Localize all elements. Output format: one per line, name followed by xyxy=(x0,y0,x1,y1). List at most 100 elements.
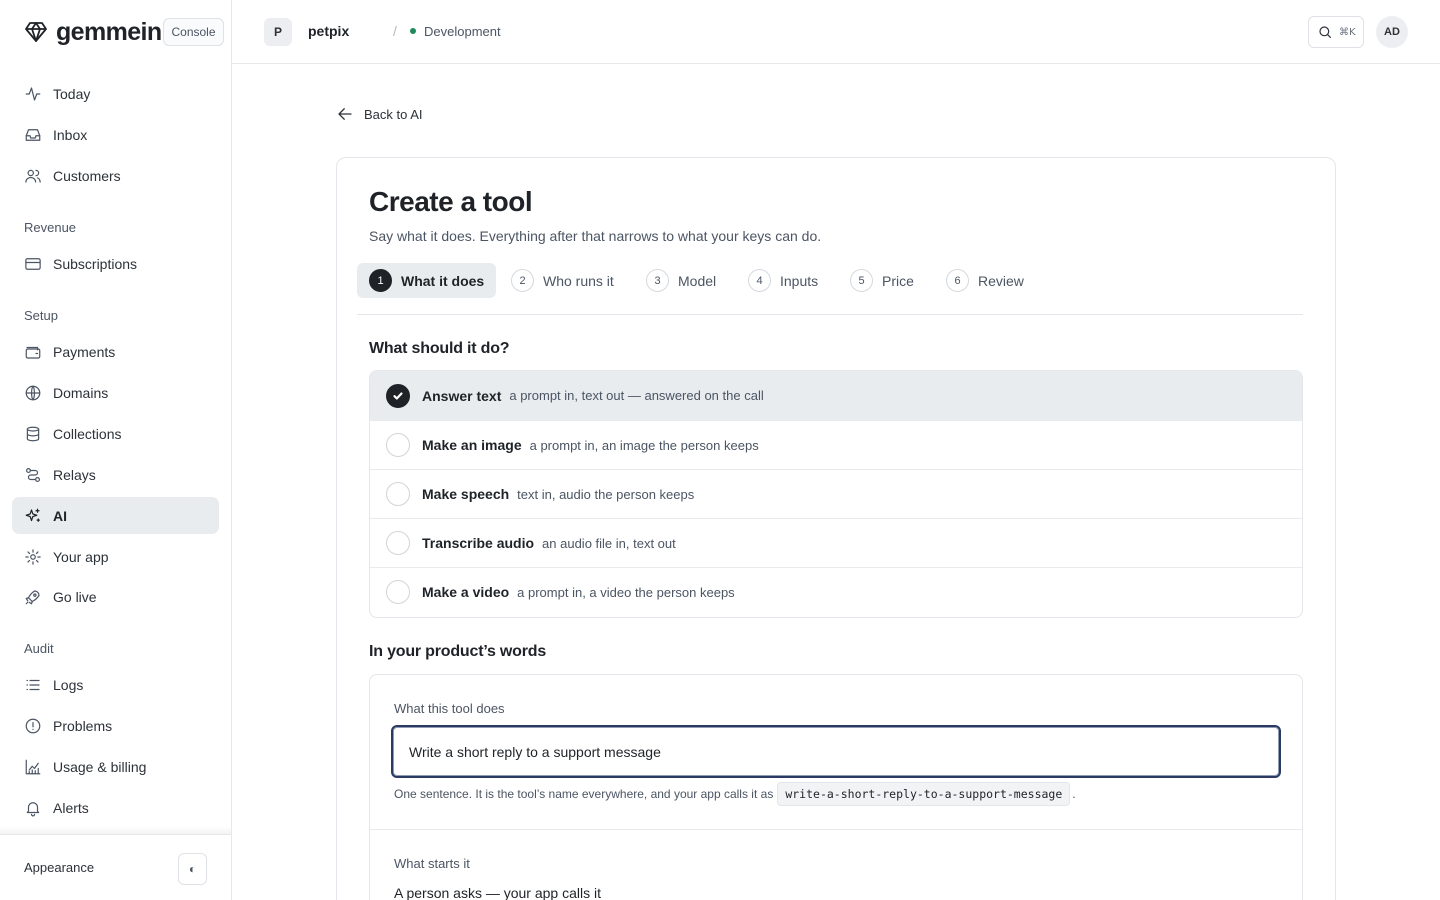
step-what-it-does[interactable]: 1 What it does xyxy=(357,263,497,298)
page-subtitle: Say what it does. Everything after that … xyxy=(369,228,822,244)
bell-icon xyxy=(26,801,40,816)
stepper: 1 What it does 2 Who runs it 3 Model 4 I… xyxy=(357,263,1303,315)
sidebar-item-usage-billing[interactable]: Usage & billing xyxy=(12,748,219,785)
step-label: Who runs it xyxy=(543,272,614,289)
step-price[interactable]: 5 Price xyxy=(838,263,926,298)
step-label: Inputs xyxy=(780,272,819,289)
sidebar-item-label: Your app xyxy=(53,548,109,565)
sidebar-item-payments[interactable]: Payments xyxy=(12,333,219,370)
step-model[interactable]: 3 Model xyxy=(634,263,728,298)
sidebar-item-label: Inbox xyxy=(53,126,88,143)
tool-type-options: Answer text a prompt in, text out — answ… xyxy=(369,370,1303,618)
search-shortcut: ⌘K xyxy=(1339,26,1356,38)
option-description: a prompt in, text out — answered on the … xyxy=(509,388,764,403)
starts-value[interactable]: A person asks — your app calls it xyxy=(394,885,601,900)
list-icon xyxy=(26,679,40,690)
option-make-speech[interactable]: Make speech text in, audio the person ke… xyxy=(370,469,1302,518)
step-label: Model xyxy=(678,272,717,289)
sidebar-item-customers[interactable]: Customers xyxy=(12,157,219,194)
divider xyxy=(370,829,1302,830)
step-label: What it does xyxy=(401,272,485,289)
database-icon xyxy=(26,426,40,441)
option-transcribe-audio[interactable]: Transcribe audio an audio file in, text … xyxy=(370,518,1302,567)
sidebar-item-go-live[interactable]: Go live xyxy=(12,578,219,615)
search-button[interactable]: ⌘K xyxy=(1308,16,1364,48)
environment-status-dot xyxy=(410,28,416,34)
sidebar-item-label: Today xyxy=(53,85,91,102)
step-label: Price xyxy=(882,272,914,289)
user-avatar[interactable]: AD xyxy=(1376,16,1408,48)
credit-card-icon xyxy=(25,257,41,270)
globe-icon xyxy=(25,385,41,400)
search-icon xyxy=(1319,26,1332,39)
option-make-an-image[interactable]: Make an image a prompt in, an image the … xyxy=(370,420,1302,469)
sidebar-item-label: AI xyxy=(53,507,67,524)
radio-unchecked xyxy=(386,482,410,506)
step-number: 3 xyxy=(646,269,669,292)
help-text: One sentence. It is the tool’s name ever… xyxy=(394,787,774,801)
sidebar-item-label: Problems xyxy=(53,717,113,734)
option-make-a-video[interactable]: Make a video a prompt in, a video the pe… xyxy=(370,567,1302,616)
step-number: 2 xyxy=(511,269,534,292)
option-description: text in, audio the person keeps xyxy=(517,486,695,502)
option-label: Answer text xyxy=(422,387,502,404)
inbox-icon xyxy=(25,128,41,141)
sidebar-item-inbox[interactable]: Inbox xyxy=(12,116,219,153)
page-title: Create a tool xyxy=(369,186,533,217)
sidebar-item-label: Usage & billing xyxy=(53,758,147,775)
option-label: Transcribe audio xyxy=(422,535,535,551)
step-number: 4 xyxy=(748,269,771,292)
sidebar-item-label: Collections xyxy=(53,425,122,442)
option-label: Make speech xyxy=(422,486,510,502)
step-review[interactable]: 6 Review xyxy=(934,263,1036,298)
project-avatar[interactable]: P xyxy=(264,18,292,46)
sidebar-item-domains[interactable]: Domains xyxy=(12,374,219,411)
help-text-end: . xyxy=(1072,787,1076,801)
sidebar-item-label: Relays xyxy=(53,466,96,483)
radio-unchecked xyxy=(386,580,410,604)
option-description: an audio file in, text out xyxy=(542,535,676,551)
section-label-audit: Audit xyxy=(24,641,54,656)
tool-does-help: One sentence. It is the tool’s name ever… xyxy=(394,782,1076,806)
alert-circle-icon xyxy=(25,718,41,733)
brand[interactable]: gemmein xyxy=(24,18,162,46)
check-icon xyxy=(393,391,403,400)
sidebar-item-ai[interactable]: AI xyxy=(12,497,219,534)
route-icon xyxy=(26,467,40,482)
gem-logo-icon xyxy=(25,22,47,42)
sidebar-item-subscriptions[interactable]: Subscriptions xyxy=(12,245,219,282)
step-number: 5 xyxy=(850,269,873,292)
sidebar-item-alerts[interactable]: Alerts xyxy=(12,789,219,826)
option-answer-text[interactable]: Answer text a prompt in, text out — answ… xyxy=(370,371,1302,420)
appearance-toggle-button[interactable]: ◐ xyxy=(178,853,207,885)
question-heading: What should it do? xyxy=(369,340,510,357)
chart-icon xyxy=(25,759,41,774)
topbar: P petpix / Development ⌘K AD xyxy=(232,0,1440,64)
sidebar-item-today[interactable]: Today xyxy=(12,75,219,112)
sidebar-item-relays[interactable]: Relays xyxy=(12,456,219,493)
environment-name[interactable]: Development xyxy=(424,24,501,39)
project-name[interactable]: petpix xyxy=(308,23,349,39)
step-number: 1 xyxy=(369,269,392,292)
radio-checked xyxy=(386,383,410,408)
step-who-runs-it[interactable]: 2 Who runs it xyxy=(499,263,626,298)
radio-unchecked xyxy=(386,531,410,555)
section-label-revenue: Revenue xyxy=(24,220,77,235)
tool-does-input[interactable] xyxy=(391,725,1281,778)
sidebar-item-label: Domains xyxy=(53,384,109,401)
appearance-label: Appearance xyxy=(24,860,95,875)
option-description: a prompt in, a video the person keeps xyxy=(517,584,735,600)
breadcrumb-separator: / xyxy=(393,23,397,39)
back-link[interactable]: Back to AI xyxy=(336,104,423,124)
console-badge: Console xyxy=(163,18,224,46)
sidebar-item-problems[interactable]: Problems xyxy=(12,707,219,744)
users-icon xyxy=(25,169,41,183)
sidebar-item-your-app[interactable]: Your app xyxy=(12,538,219,575)
sidebar-footer: Appearance ◐ xyxy=(0,834,231,900)
sidebar-item-logs[interactable]: Logs xyxy=(12,666,219,703)
sidebar-item-collections[interactable]: Collections xyxy=(12,415,219,452)
starts-label: What starts it xyxy=(394,856,470,871)
sparkles-icon xyxy=(25,508,40,522)
arrow-left-icon xyxy=(338,108,352,120)
step-inputs[interactable]: 4 Inputs xyxy=(736,263,830,298)
